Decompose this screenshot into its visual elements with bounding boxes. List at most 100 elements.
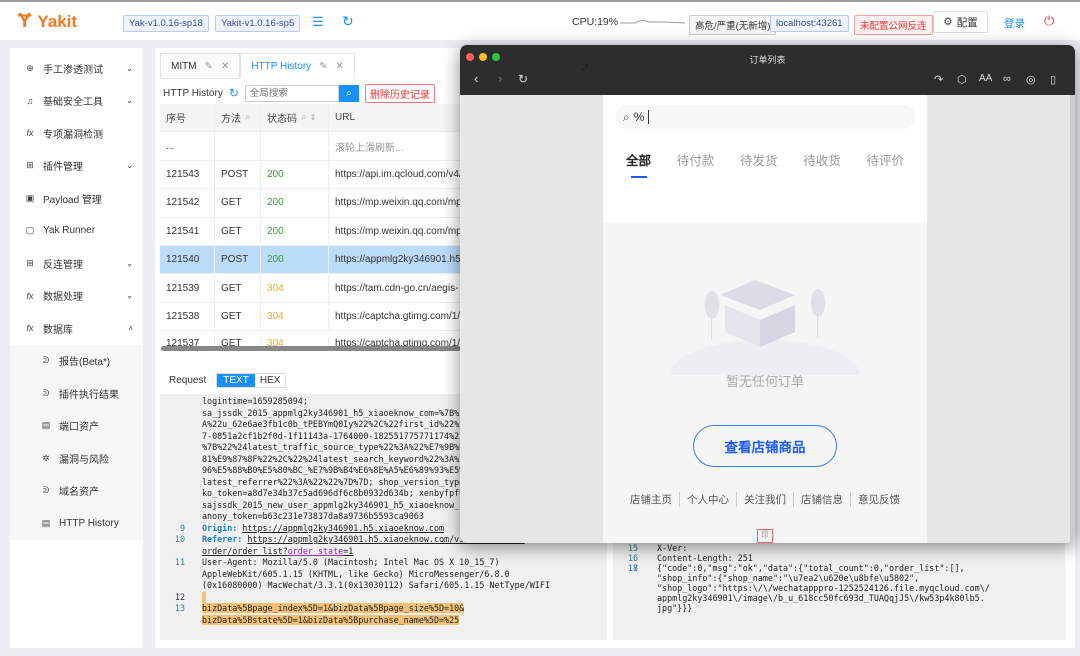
search-icon[interactable]: ⌕ bbox=[301, 112, 307, 123]
empty-orders-text: 暂无任何订单 bbox=[725, 374, 804, 389]
table-row-selected[interactable]: 121540 POST 200 https://appmlg2ky346901.h5 bbox=[160, 245, 465, 275]
sidebar-item-domains[interactable]: ᕲ 域名资产 bbox=[10, 475, 143, 508]
gear-icon: ⚙ bbox=[943, 16, 953, 28]
footer-link-follow[interactable]: 关注我们 bbox=[736, 492, 793, 507]
app-logo: Ɏ Yakit bbox=[18, 10, 78, 32]
refresh-icon[interactable]: ↻ bbox=[342, 13, 354, 30]
sidebar-item-manual-pentest[interactable]: ⊕ 手工渗透测试 ⌄ bbox=[10, 52, 143, 85]
risk-badge[interactable]: 高危/严重(无新增) bbox=[689, 15, 777, 35]
tab-mitm[interactable]: MITM ✎ ✕ bbox=[160, 53, 241, 79]
order-tab-shipping[interactable]: 待收货 bbox=[803, 150, 841, 169]
sidebar-item-reverse[interactable]: ⊞ 反连管理 ⌄ bbox=[10, 247, 143, 280]
shop-footer-links: 店铺主页 个人中心 关注我们 店铺信息 意见反馈 bbox=[603, 492, 927, 507]
fx-icon: fx bbox=[26, 290, 34, 301]
sidebar-item-report[interactable]: ᕲ 报告(Beta*) bbox=[10, 345, 143, 378]
login-link[interactable]: 登录 bbox=[1004, 16, 1025, 31]
view-mode-toggle: TEXT HEX bbox=[216, 373, 287, 388]
host-badge: localhost:43261 bbox=[770, 15, 849, 32]
sidebar-item-payload[interactable]: ▣ Payload 管理 bbox=[10, 182, 143, 215]
sidebar-item-database[interactable]: fx 数据库 ˄ bbox=[10, 312, 143, 345]
text-mode-button[interactable]: TEXT bbox=[217, 374, 255, 387]
edit-icon[interactable]: ✎ bbox=[319, 61, 327, 72]
table-header: 序号 方法 ⌕ 状态码 ⌕ ⇕ URL bbox=[160, 104, 465, 133]
sidebar-item-http-history[interactable]: ▤ HTTP History bbox=[10, 507, 143, 540]
table-row[interactable]: 121539 GET 304 https://tam.cdn-go.cn/aegis- bbox=[160, 274, 465, 303]
horizontal-scrollbar[interactable] bbox=[161, 346, 461, 351]
refresh-icon[interactable]: ↻ bbox=[229, 86, 239, 100]
tab-http-history[interactable]: HTTP History ✎ ✕ bbox=[240, 53, 355, 79]
sidebar-item-risks[interactable]: ✲ 漏洞与风险 bbox=[10, 442, 143, 475]
terminal-icon: ▢ bbox=[25, 225, 35, 236]
chevron-down-icon: ⌄ bbox=[126, 96, 133, 106]
sidebar-item-plugins[interactable]: ⊞ 插件管理 ⌄ bbox=[10, 150, 143, 183]
order-search-input[interactable]: ⌕% bbox=[615, 105, 915, 129]
col-seq: 序号 bbox=[160, 104, 215, 132]
order-tab-review[interactable]: 待评价 bbox=[866, 150, 904, 169]
sidebar-item-basic-tools[interactable]: ♫ 基础安全工具 ⌄ bbox=[10, 85, 143, 118]
config-button[interactable]: ⚙ 配置 bbox=[933, 11, 988, 33]
sort-icon[interactable]: ⇕ bbox=[310, 113, 317, 122]
sidebar-item-vuln-detect[interactable]: fx 专项漏洞检测 bbox=[10, 117, 143, 150]
table-row[interactable]: 121543 POST 200 https://api.im.qcloud.com/v… bbox=[160, 160, 465, 190]
reverse-badge[interactable]: 未配置公网反连 bbox=[854, 15, 933, 35]
global-search: ⌕ bbox=[244, 84, 359, 102]
edit-icon[interactable]: ✎ bbox=[205, 61, 213, 72]
search-button[interactable]: ⌕ bbox=[338, 84, 359, 102]
footer-link-feedback[interactable]: 意见反馈 bbox=[850, 492, 907, 507]
chevron-down-icon: ⌄ bbox=[126, 258, 133, 268]
close-icon[interactable]: ✕ bbox=[221, 61, 229, 72]
table-row[interactable]: 121541 GET 200 https://mp.weixin.qq.com/mp/ bbox=[160, 217, 465, 246]
table-row[interactable]: ... 滚轮上滑刷新... bbox=[160, 132, 465, 161]
fire-icon: ᕲ bbox=[42, 485, 50, 496]
sidebar-item-plugin-results[interactable]: ᕲ 插件执行结果 bbox=[10, 377, 143, 410]
footer-link-shop-info[interactable]: 店铺信息 bbox=[793, 492, 850, 507]
table-row[interactable]: 121538 GET 304 https://captcha.gtimg.com/1/ bbox=[160, 302, 465, 332]
bell-icon: ♫ bbox=[26, 95, 34, 106]
tab-bar: MITM ✎ ✕ HTTP History ✎ ✕ bbox=[160, 53, 355, 79]
reload-icon[interactable]: ↻ bbox=[518, 72, 528, 86]
sidebar-item-yak-runner[interactable]: ▢ Yak Runner bbox=[10, 215, 143, 248]
back-icon[interactable]: ‹ bbox=[474, 71, 478, 86]
menu-fold-icon[interactable]: ☰ bbox=[312, 14, 324, 30]
wechat-browser-window: 订单列表 ‹ › ↻ ↷ ⬡ AA ∞ ◎ ▯ ⌕% 全部 待付款 待发货 待收… bbox=[460, 45, 1075, 543]
database-submenu: ᕲ 报告(Beta*) ᕲ 插件执行结果 ▤ 端口资产 ✲ 漏洞与风险 ᕲ 域名资产 ▤ H… bbox=[10, 344, 143, 540]
footer-link-profile[interactable]: 个人中心 bbox=[679, 492, 736, 507]
font-size-icon[interactable]: AA bbox=[979, 73, 992, 84]
port-icon: ▤ bbox=[41, 420, 51, 431]
sidebar-item-ports[interactable]: ▤ 端口资产 bbox=[10, 410, 143, 443]
forward-icon[interactable]: › bbox=[498, 71, 502, 86]
cpu-usage: CPU:19% bbox=[572, 16, 619, 28]
view-shop-button[interactable]: 查看店铺商品 bbox=[693, 425, 837, 467]
order-tabs: 全部 待付款 待发货 待收货 待评价 bbox=[603, 150, 927, 178]
footer-link-shop-home[interactable]: 店铺主页 bbox=[623, 492, 679, 507]
yakit-version-badge: Yakit-v1.0.16-sp5 bbox=[215, 15, 301, 32]
device-icon[interactable]: ▯ bbox=[1050, 73, 1056, 86]
col-status[interactable]: 状态码 ⌕ ⇕ bbox=[261, 104, 329, 132]
sidebar-item-data-processing[interactable]: fx 数据处理 ⌄ bbox=[10, 280, 143, 313]
hex-mode-button[interactable]: HEX bbox=[255, 374, 286, 387]
link-icon[interactable]: ∞ bbox=[1003, 73, 1011, 85]
col-url: URL bbox=[329, 104, 465, 132]
cpu-sparkline bbox=[620, 19, 685, 24]
col-method[interactable]: 方法 ⌕ bbox=[215, 104, 261, 132]
target-icon: ⊕ bbox=[26, 62, 34, 73]
share-icon[interactable]: ↷ bbox=[934, 73, 943, 86]
mouse-cursor-icon: ➚ bbox=[580, 60, 591, 74]
delete-history-button[interactable]: 删除历史记录 bbox=[364, 83, 435, 103]
order-tab-unpaid[interactable]: 待付款 bbox=[677, 150, 715, 169]
cube-icon[interactable]: ⬡ bbox=[957, 73, 967, 86]
power-icon[interactable]: ⏻ bbox=[1044, 13, 1054, 29]
close-icon[interactable]: ✕ bbox=[336, 61, 344, 72]
global-search-input[interactable] bbox=[244, 84, 339, 102]
search-icon[interactable]: ⌕ bbox=[245, 112, 251, 123]
yakit-logo-icon: Ɏ bbox=[18, 10, 32, 32]
origin-link[interactable]: https://appmlg2ky346901.h5.xiaoeknow.com bbox=[242, 523, 444, 533]
bug-icon: ✲ bbox=[42, 452, 50, 463]
order-tab-unshipped[interactable]: 待发货 bbox=[740, 150, 778, 169]
order-tab-all[interactable]: 全部 bbox=[626, 150, 651, 178]
compass-icon[interactable]: ◎ bbox=[1026, 73, 1036, 86]
table-row[interactable]: 121542 GET 200 https://mp.weixin.qq.com/mp/ bbox=[160, 189, 465, 218]
doc-icon: ▣ bbox=[25, 192, 35, 203]
window-scrollbar[interactable] bbox=[1070, 95, 1075, 543]
port-icon: ▤ bbox=[41, 517, 51, 528]
